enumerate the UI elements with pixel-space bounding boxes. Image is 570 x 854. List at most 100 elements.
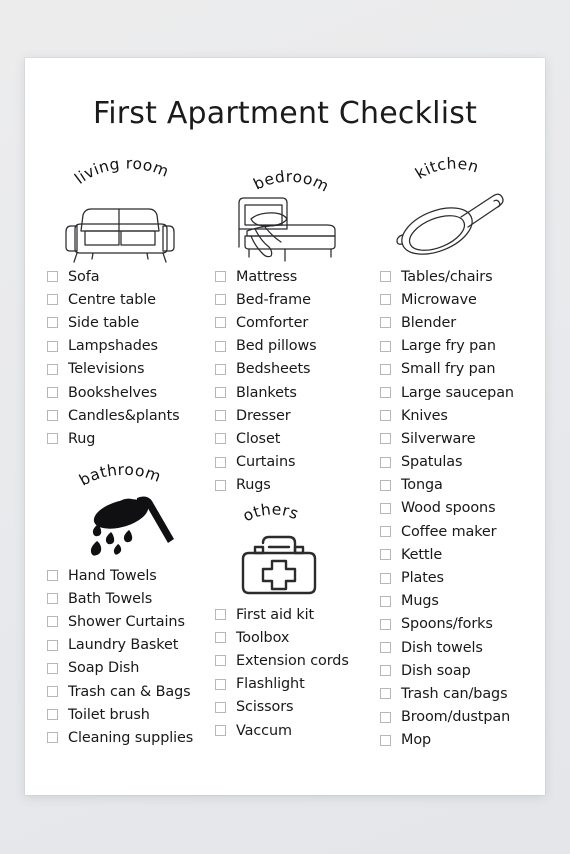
list-item[interactable]: Dish towels [380,636,545,659]
list-item[interactable]: Blankets [215,381,385,404]
checkbox[interactable] [380,572,391,584]
checkbox[interactable] [380,479,391,491]
checkbox[interactable] [215,678,226,690]
list-item[interactable]: Comforter [215,311,385,334]
list-item[interactable]: Knives [380,404,545,427]
list-item[interactable]: Candles&plants [47,404,222,427]
list-item[interactable]: Dresser [215,404,385,427]
checkbox[interactable] [380,502,391,514]
list-item[interactable]: Closet [215,427,385,450]
list-item[interactable]: Mattress [215,265,385,288]
checkbox[interactable] [380,734,391,746]
list-item[interactable]: Scissors [215,696,390,719]
checkbox[interactable] [380,433,391,445]
list-item[interactable]: Bedsheets [215,358,385,381]
checkbox[interactable] [380,526,391,538]
checkbox[interactable] [215,387,226,399]
checkbox[interactable] [47,662,58,674]
list-item[interactable]: First aid kit [215,603,390,626]
checkbox[interactable] [380,410,391,422]
checkbox[interactable] [47,340,58,352]
checkbox[interactable] [47,709,58,721]
list-item[interactable]: Spatulas [380,451,545,474]
list-item[interactable]: Rugs [215,474,385,497]
list-item[interactable]: Dish soap [380,659,545,682]
list-item[interactable]: Mop [380,729,545,752]
checkbox[interactable] [380,387,391,399]
checkbox[interactable] [47,387,58,399]
checkbox[interactable] [215,340,226,352]
checkbox[interactable] [215,317,226,329]
checkbox[interactable] [47,317,58,329]
list-item[interactable]: Rug [47,427,222,450]
list-item[interactable]: Laundry Basket [47,634,232,657]
list-item[interactable]: Soap Dish [47,657,232,680]
checkbox[interactable] [380,271,391,283]
list-item[interactable]: Microwave [380,288,545,311]
checkbox[interactable] [380,665,391,677]
list-item[interactable]: Extension cords [215,649,390,672]
checkbox[interactable] [47,639,58,651]
list-item[interactable]: Small fry pan [380,358,545,381]
list-item[interactable]: Silverware [380,427,545,450]
checkbox[interactable] [380,294,391,306]
list-item[interactable]: Side table [47,311,222,334]
list-item[interactable]: Large fry pan [380,335,545,358]
list-item[interactable]: Broom/dustpan [380,706,545,729]
checkbox[interactable] [47,433,58,445]
list-item[interactable]: Coffee maker [380,520,545,543]
checkbox[interactable] [215,479,226,491]
checkbox[interactable] [215,363,226,375]
checkbox[interactable] [215,456,226,468]
checkbox[interactable] [380,317,391,329]
list-item[interactable]: Cleaning supplies [47,726,232,749]
list-item[interactable]: Mugs [380,590,545,613]
list-item[interactable]: Centre table [47,288,222,311]
checkbox[interactable] [47,593,58,605]
list-item[interactable]: Plates [380,566,545,589]
list-item[interactable]: Spoons/forks [380,613,545,636]
list-item[interactable]: Wood spoons [380,497,545,520]
checkbox[interactable] [380,595,391,607]
list-item[interactable]: Vaccum [215,719,390,742]
list-item[interactable]: Tonga [380,474,545,497]
checkbox[interactable] [47,686,58,698]
checkbox[interactable] [215,655,226,667]
checkbox[interactable] [380,688,391,700]
list-item[interactable]: Bed-frame [215,288,385,311]
checkbox[interactable] [47,363,58,375]
checkbox[interactable] [380,363,391,375]
list-item[interactable]: Shower Curtains [47,610,232,633]
list-item[interactable]: Tables/chairs [380,265,545,288]
list-item[interactable]: Trash can & Bags [47,680,232,703]
checkbox[interactable] [215,701,226,713]
list-item[interactable]: Curtains [215,451,385,474]
list-item[interactable]: Televisions [47,358,222,381]
list-item[interactable]: Sofa [47,265,222,288]
list-item[interactable]: Toilet brush [47,703,232,726]
checkbox[interactable] [215,609,226,621]
checkbox[interactable] [215,433,226,445]
checkbox[interactable] [47,294,58,306]
checkbox[interactable] [215,271,226,283]
checkbox[interactable] [215,410,226,422]
list-item[interactable]: Large saucepan [380,381,545,404]
list-item[interactable]: Toolbox [215,626,390,649]
checkbox[interactable] [380,549,391,561]
list-item[interactable]: Blender [380,311,545,334]
list-item[interactable]: Bed pillows [215,335,385,358]
checkbox[interactable] [380,340,391,352]
list-item[interactable]: Trash can/bags [380,682,545,705]
checkbox[interactable] [47,732,58,744]
checkbox[interactable] [215,294,226,306]
checkbox[interactable] [47,616,58,628]
checkbox[interactable] [47,271,58,283]
checkbox[interactable] [380,618,391,630]
list-item[interactable]: Kettle [380,543,545,566]
list-item[interactable]: Bookshelves [47,381,222,404]
checkbox[interactable] [47,410,58,422]
checkbox[interactable] [47,570,58,582]
list-item[interactable]: Flashlight [215,673,390,696]
checkbox[interactable] [215,632,226,644]
checkbox[interactable] [215,725,226,737]
